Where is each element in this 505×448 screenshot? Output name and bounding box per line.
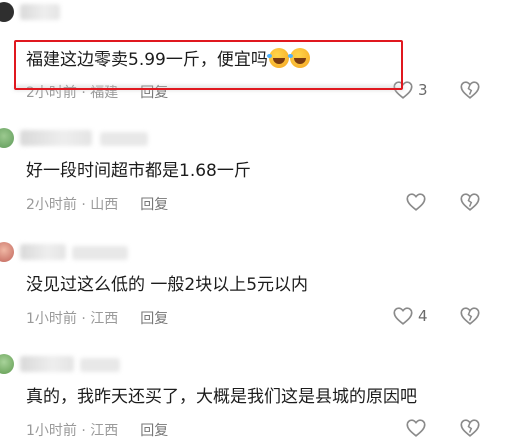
comment-text: 没见过这么低的 一般2块以上5元以内 <box>26 274 308 296</box>
rofl-emoji-icon <box>266 48 289 68</box>
like-heart-icon[interactable] <box>405 191 427 213</box>
comment-location: 江西 <box>90 423 119 439</box>
username[interactable] <box>20 356 74 372</box>
dislike-heart-icon[interactable] <box>459 417 481 439</box>
username-extra <box>80 358 120 372</box>
avatar[interactable] <box>0 128 14 148</box>
meta-separator: · <box>76 197 91 213</box>
comment-text-content: 真的，我昨天还买了，大概是我们这是县城的原因吧 <box>26 387 417 407</box>
like-count: 3 <box>418 81 428 99</box>
comment-time: 1小时前 <box>26 423 77 439</box>
comment-text: 真的，我昨天还买了，大概是我们这是县城的原因吧 <box>26 386 417 408</box>
comment-meta: 1小时前 · 江西 回复 <box>26 420 168 440</box>
avatar[interactable] <box>0 2 14 22</box>
like-heart-icon[interactable] <box>405 417 427 439</box>
comment-location: 山西 <box>90 197 119 213</box>
reply-button[interactable]: 回复 <box>140 197 168 213</box>
like-count: 4 <box>418 307 428 325</box>
comment-text-content: 没见过这么低的 一般2块以上5元以内 <box>26 275 309 295</box>
username[interactable] <box>20 244 66 260</box>
comment-meta: 1小时前 · 江西 回复 <box>26 308 168 328</box>
highlight-shadow <box>14 86 404 90</box>
avatar[interactable] <box>0 354 14 374</box>
comment-time: 1小时前 <box>26 311 77 327</box>
username-extra <box>100 132 148 146</box>
dislike-heart-icon[interactable] <box>459 191 481 213</box>
dislike-heart-icon[interactable] <box>459 305 481 327</box>
username-extra <box>72 246 128 260</box>
comment-meta: 2小时前 · 福建 回复 <box>26 82 168 102</box>
comment-location: 江西 <box>90 311 119 327</box>
comment-text-content: 福建这边零卖5.99一斤，便宜吗 <box>26 50 268 70</box>
username[interactable] <box>20 4 60 20</box>
comment-meta: 2小时前 · 山西 回复 <box>26 194 168 214</box>
like-heart-icon[interactable] <box>392 305 414 327</box>
rofl-emoji-icon <box>287 48 310 68</box>
meta-separator: · <box>76 423 91 439</box>
reply-button[interactable]: 回复 <box>140 423 168 439</box>
username[interactable] <box>20 130 92 146</box>
comment-text: 好一段时间超市都是1.68一斤 <box>26 160 251 182</box>
avatar[interactable] <box>0 242 14 262</box>
like-heart-icon[interactable] <box>392 79 414 101</box>
dislike-heart-icon[interactable] <box>459 79 481 101</box>
comment-text-content: 好一段时间超市都是1.68一斤 <box>26 161 251 181</box>
comment-text: 福建这边零卖5.99一斤，便宜吗 <box>26 48 310 71</box>
comment-time: 2小时前 <box>26 197 77 213</box>
meta-separator: · <box>76 311 91 327</box>
reply-button[interactable]: 回复 <box>140 311 168 327</box>
